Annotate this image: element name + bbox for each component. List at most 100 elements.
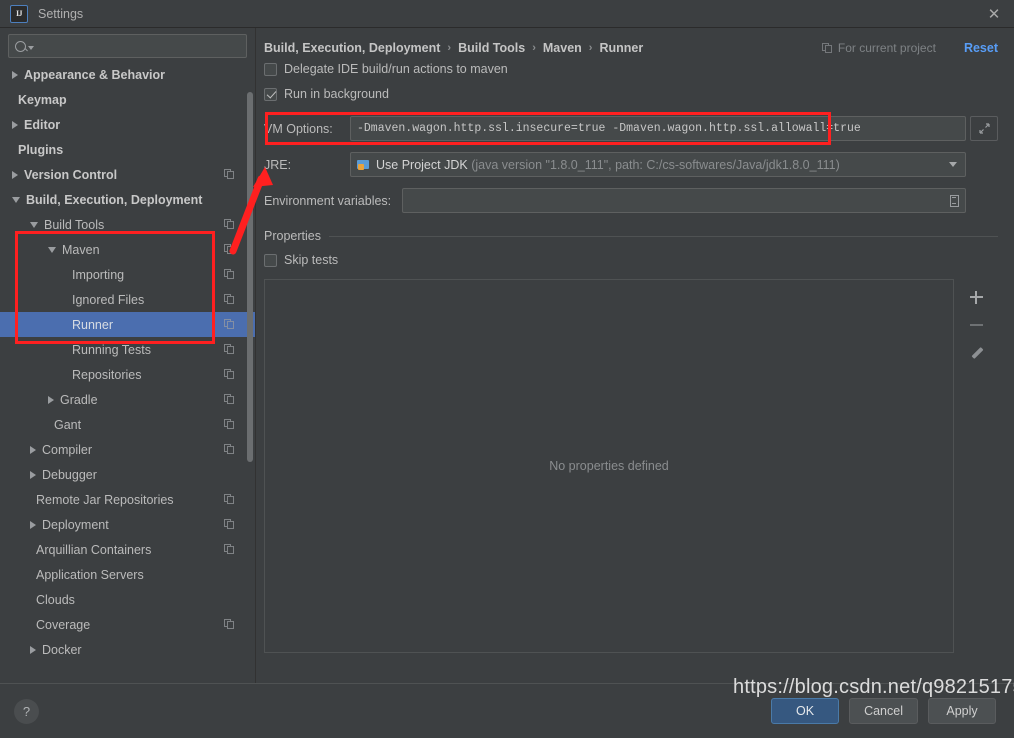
logo-text: IJ: [16, 9, 22, 18]
add-property-button[interactable]: [962, 285, 990, 309]
sidebar-item-label: Docker: [42, 643, 82, 657]
chevron-right-icon[interactable]: [30, 471, 36, 479]
vm-options-value: -Dmaven.wagon.http.ssl.insecure=true -Dm…: [357, 122, 861, 135]
sidebar-item-debugger[interactable]: Debugger: [0, 462, 255, 487]
jre-detail: (java version "1.8.0_111", path: C:/cs-s…: [471, 158, 840, 172]
properties-group-title: Properties: [264, 229, 321, 243]
sidebar-item-remote-jar-repositories[interactable]: Remote Jar Repositories: [0, 487, 255, 512]
sidebar-item-label: Version Control: [24, 168, 117, 182]
sidebar-item-application-servers[interactable]: Application Servers: [0, 562, 255, 587]
copy-settings-icon[interactable]: [224, 244, 235, 255]
environment-variables-label: Environment variables:: [264, 194, 402, 208]
jre-select[interactable]: Use Project JDK (java version "1.8.0_111…: [350, 152, 966, 177]
help-button[interactable]: ?: [14, 699, 39, 724]
chevron-right-icon[interactable]: [30, 521, 36, 529]
skip-tests-checkbox[interactable]: [264, 254, 277, 267]
sidebar-item-label: Keymap: [18, 93, 67, 107]
chevron-right-icon[interactable]: [12, 121, 18, 129]
chevron-right-icon[interactable]: [30, 646, 36, 654]
breadcrumb-item-2[interactable]: Maven: [543, 41, 582, 55]
sidebar-item-running-tests[interactable]: Running Tests: [0, 337, 255, 362]
cancel-button[interactable]: Cancel: [849, 698, 918, 724]
copy-settings-icon[interactable]: [224, 319, 235, 330]
sidebar-item-plugins[interactable]: Plugins: [0, 137, 255, 162]
ok-button[interactable]: OK: [771, 698, 839, 724]
reset-link[interactable]: Reset: [964, 41, 998, 55]
close-icon[interactable]: ✕: [974, 0, 1014, 27]
delegate-to-maven-row[interactable]: Delegate IDE build/run actions to maven: [264, 58, 998, 80]
sidebar-item-build-tools[interactable]: Build Tools: [0, 212, 255, 237]
run-in-background-row[interactable]: Run in background: [264, 83, 998, 105]
chevron-right-icon[interactable]: [30, 446, 36, 454]
copy-settings-icon[interactable]: [224, 494, 235, 505]
sidebar-item-label: Running Tests: [72, 343, 151, 357]
sidebar-item-gradle[interactable]: Gradle: [0, 387, 255, 412]
sidebar-item-label: Application Servers: [36, 568, 144, 582]
sidebar-item-gant[interactable]: Gant: [0, 412, 255, 437]
settings-tree[interactable]: Appearance & Behavior Keymap EditorPlugins…: [0, 62, 255, 680]
search-input[interactable]: [38, 39, 240, 53]
sidebar-item-build-execution-deployment[interactable]: Build, Execution, Deployment: [0, 187, 255, 212]
copy-settings-icon[interactable]: [224, 444, 235, 455]
environment-variables-browse-button[interactable]: [943, 189, 965, 212]
copy-settings-icon[interactable]: [224, 269, 235, 280]
copy-settings-icon[interactable]: [224, 294, 235, 305]
sidebar-item-docker[interactable]: Docker: [0, 637, 255, 662]
properties-table[interactable]: No properties defined: [264, 279, 954, 653]
jre-value-wrap: Use Project JDK (java version "1.8.0_111…: [376, 158, 943, 172]
jre-row-spacer: [970, 152, 998, 177]
sidebar-item-importing[interactable]: Importing: [0, 262, 255, 287]
edit-property-button[interactable]: [962, 341, 990, 365]
sidebar-item-keymap[interactable]: Keymap: [0, 87, 255, 112]
sidebar-item-clouds[interactable]: Clouds: [0, 587, 255, 612]
sidebar-scrollbar-thumb[interactable]: [247, 92, 253, 462]
search-container: [0, 28, 255, 62]
copy-settings-icon[interactable]: [224, 369, 235, 380]
vm-options-expand-button[interactable]: [970, 116, 998, 141]
copy-settings-icon[interactable]: [224, 169, 235, 180]
copy-settings-icon[interactable]: [224, 544, 235, 555]
environment-variables-row: Environment variables:: [264, 188, 998, 213]
sidebar-item-compiler[interactable]: Compiler: [0, 437, 255, 462]
chevron-down-icon[interactable]: [30, 222, 38, 228]
sidebar-item-ignored-files[interactable]: Ignored Files: [0, 287, 255, 312]
sidebar-item-runner[interactable]: Runner: [0, 312, 255, 337]
chevron-right-icon[interactable]: [12, 71, 18, 79]
chevron-right-icon[interactable]: [48, 396, 54, 404]
properties-toolbar: [954, 279, 998, 653]
delegate-to-maven-checkbox[interactable]: [264, 63, 277, 76]
sidebar-item-deployment[interactable]: Deployment: [0, 512, 255, 537]
sidebar-item-coverage[interactable]: Coverage: [0, 612, 255, 637]
copy-settings-icon[interactable]: [224, 619, 235, 630]
sidebar-item-arquillian-containers[interactable]: Arquillian Containers: [0, 537, 255, 562]
copy-settings-icon[interactable]: [224, 519, 235, 530]
breadcrumb-item-1[interactable]: Build Tools: [458, 41, 525, 55]
apply-label: Apply: [946, 704, 977, 718]
search-box[interactable]: [8, 34, 247, 58]
copy-settings-icon[interactable]: [224, 219, 235, 230]
sidebar-item-label: Compiler: [42, 443, 92, 457]
environment-variables-input[interactable]: [402, 188, 966, 213]
sidebar-item-repositories[interactable]: Repositories: [0, 362, 255, 387]
copy-settings-icon[interactable]: [224, 344, 235, 355]
copy-settings-icon[interactable]: [224, 394, 235, 405]
vm-options-label: VM Options:: [264, 122, 350, 136]
help-label: ?: [23, 704, 30, 719]
chevron-right-icon[interactable]: [12, 171, 18, 179]
chevron-down-icon[interactable]: [48, 247, 56, 253]
properties-panel: No properties defined: [264, 279, 998, 653]
breadcrumb-separator: ›: [447, 42, 451, 54]
run-in-background-checkbox[interactable]: [264, 88, 277, 101]
sidebar-item-appearance-behavior[interactable]: Appearance & Behavior: [0, 62, 255, 87]
remove-property-button[interactable]: [962, 313, 990, 337]
sidebar-item-maven[interactable]: Maven: [0, 237, 255, 262]
sidebar-item-version-control[interactable]: Version Control: [0, 162, 255, 187]
vm-options-input[interactable]: -Dmaven.wagon.http.ssl.insecure=true -Dm…: [350, 116, 966, 141]
sidebar-item-editor[interactable]: Editor: [0, 112, 255, 137]
breadcrumb-item-0[interactable]: Build, Execution, Deployment: [264, 41, 440, 55]
chevron-down-icon[interactable]: [12, 197, 20, 203]
apply-button[interactable]: Apply: [928, 698, 996, 724]
copy-settings-icon[interactable]: [224, 419, 235, 430]
skip-tests-row[interactable]: Skip tests: [264, 249, 998, 271]
delegate-to-maven-label: Delegate IDE build/run actions to maven: [284, 62, 508, 76]
